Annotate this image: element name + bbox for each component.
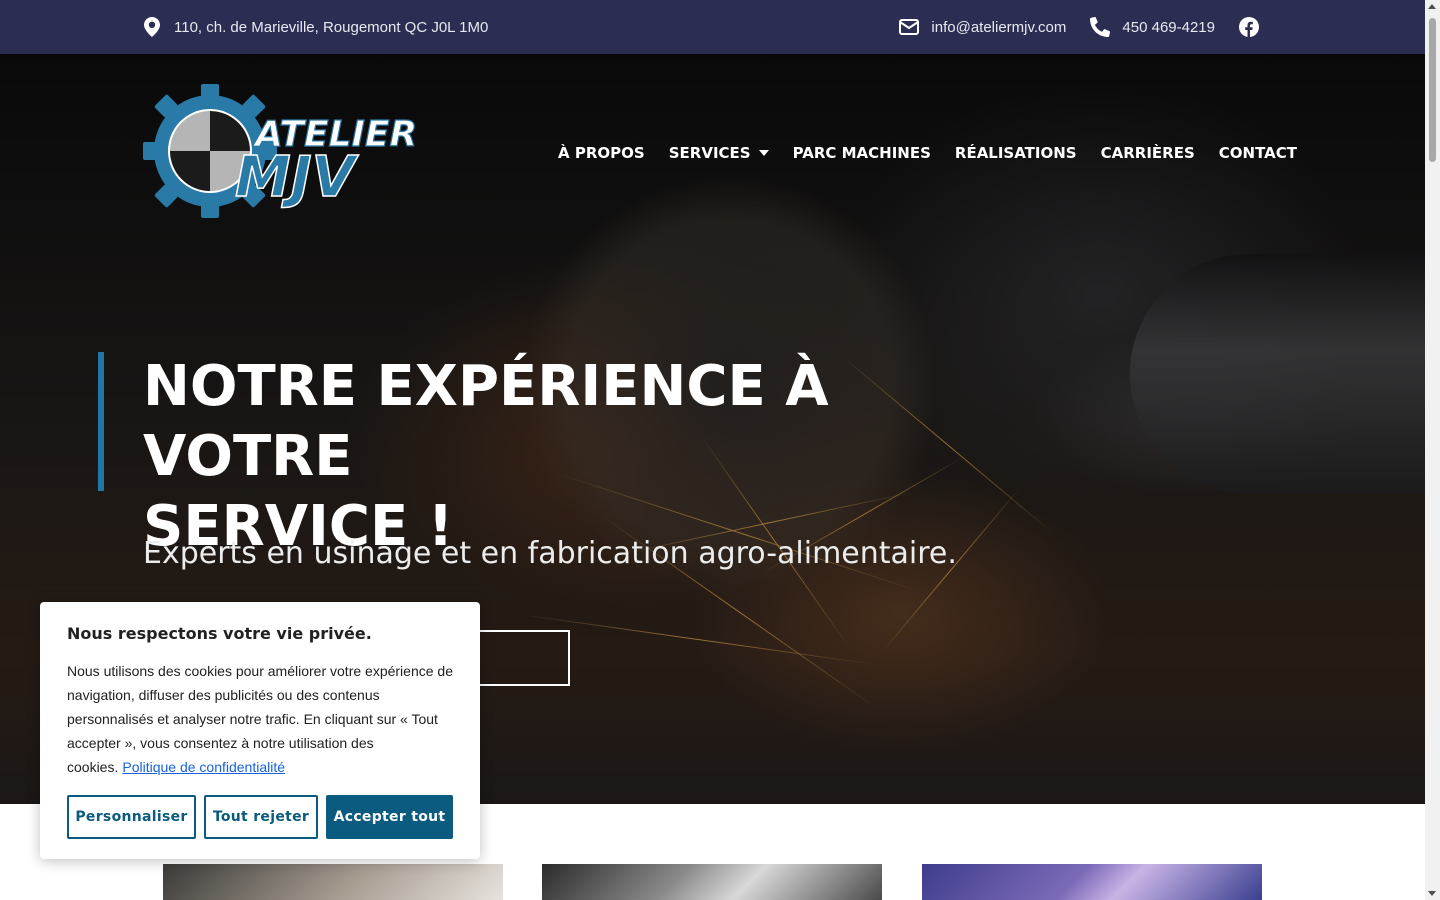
reject-all-button[interactable]: Tout rejeter xyxy=(204,795,318,839)
customize-cookies-button[interactable]: Personnaliser xyxy=(67,795,196,839)
scroll-up-arrow-icon[interactable] xyxy=(1428,4,1436,9)
hero-subtitle: Experts en usinage et en fabrication agr… xyxy=(143,536,957,571)
cookie-text: Nous utilisons des cookies pour améliore… xyxy=(67,659,453,779)
nav-item-contact[interactable]: CONTACT xyxy=(1219,144,1297,162)
scroll-down-arrow-icon[interactable] xyxy=(1428,891,1436,896)
nav-item-services[interactable]: SERVICES xyxy=(669,144,769,162)
phone-icon xyxy=(1090,17,1111,37)
service-card-image-2[interactable] xyxy=(542,864,882,900)
nav-item-realisations[interactable]: RÉALISATIONS xyxy=(955,144,1077,162)
title-accent-bar xyxy=(98,352,104,491)
nav-item-parc-machines[interactable]: PARC MACHINES xyxy=(793,144,931,162)
hero-title-line-1: NOTRE EXPÉRIENCE À VOTRE xyxy=(143,354,829,489)
nav-item-a-propos[interactable]: À PROPOS xyxy=(558,144,645,162)
logo-text-mjv: MJV xyxy=(235,145,360,210)
scrollbar-thumb[interactable] xyxy=(1429,18,1436,162)
privacy-policy-link[interactable]: Politique de confidentialité xyxy=(122,759,285,775)
hero-title: NOTRE EXPÉRIENCE À VOTRE SERVICE ! xyxy=(143,352,1043,562)
service-card-image-1[interactable] xyxy=(163,864,503,900)
nav-label: RÉALISATIONS xyxy=(954,144,1077,162)
nav-label: CARRIÈRES xyxy=(1100,144,1195,162)
accept-all-button[interactable]: Accepter tout xyxy=(326,795,453,839)
cookie-consent-banner: Nous respectons votre vie privée. Nous u… xyxy=(40,602,480,859)
phone-text: 450 469-4219 xyxy=(1122,18,1215,36)
address-block: 110, ch. de Marieville, Rougemont QC J0L… xyxy=(144,0,488,54)
phone-link[interactable]: 450 469-4219 xyxy=(1090,17,1215,37)
cookie-title: Nous respectons votre vie privée. xyxy=(67,624,372,643)
service-card-image-3[interactable] xyxy=(922,864,1262,900)
nav-label: CONTACT xyxy=(1218,144,1297,162)
facebook-icon xyxy=(1239,17,1259,37)
email-link[interactable]: info@ateliermjv.com xyxy=(899,19,1066,36)
atelier-mjv-logo[interactable]: ATELIER MJV xyxy=(143,84,453,218)
nav-label: À PROPOS xyxy=(558,144,645,162)
nav-label: SERVICES xyxy=(668,144,751,162)
address-text: 110, ch. de Marieville, Rougemont QC J0L… xyxy=(174,18,489,36)
email-text: info@ateliermjv.com xyxy=(931,18,1067,36)
facebook-link[interactable] xyxy=(1239,17,1271,37)
top-contact-bar: 110, ch. de Marieville, Rougemont QC J0L… xyxy=(0,0,1425,54)
page-scrollbar[interactable] xyxy=(1425,0,1440,900)
nav-item-carrieres[interactable]: CARRIÈRES xyxy=(1101,144,1195,162)
caret-down-icon xyxy=(758,150,769,156)
nav-label: PARC MACHINES xyxy=(792,144,931,162)
main-nav: À PROPOS SERVICES PARC MACHINES RÉALISAT… xyxy=(534,144,1297,162)
map-pin-icon xyxy=(144,17,160,37)
envelope-icon xyxy=(899,19,920,35)
